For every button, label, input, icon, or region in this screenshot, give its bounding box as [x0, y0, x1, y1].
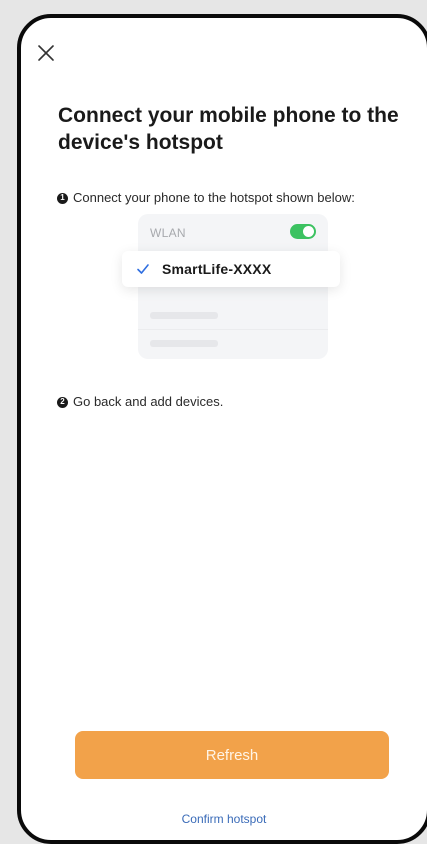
placeholder-network-1 — [150, 312, 218, 319]
list-divider — [138, 329, 328, 330]
confirm-hotspot-link[interactable]: Confirm hotspot — [21, 812, 427, 826]
close-icon[interactable] — [37, 44, 55, 62]
checkmark-icon — [137, 264, 149, 274]
page-title: Connect your mobile phone to the device'… — [58, 104, 399, 154]
step-2-number: 2 — [57, 396, 68, 408]
step-2: 2 Go back and add devices. — [57, 394, 223, 410]
selected-network-row[interactable]: SmartLife-XXXX — [122, 251, 340, 287]
phone-frame: Connect your mobile phone to the device'… — [17, 14, 427, 844]
wlan-label: WLAN — [150, 226, 186, 240]
toggle-knob — [303, 226, 314, 237]
step-1-number: 1 — [57, 192, 68, 204]
network-name: SmartLife-XXXX — [162, 261, 272, 277]
step-1-text: Connect your phone to the hotspot shown … — [73, 190, 355, 205]
refresh-button[interactable]: Refresh — [75, 731, 389, 779]
wlan-toggle[interactable] — [290, 224, 316, 239]
step-1: 1 Connect your phone to the hotspot show… — [57, 190, 355, 206]
step-2-text: Go back and add devices. — [73, 394, 224, 409]
placeholder-network-2 — [150, 340, 218, 347]
